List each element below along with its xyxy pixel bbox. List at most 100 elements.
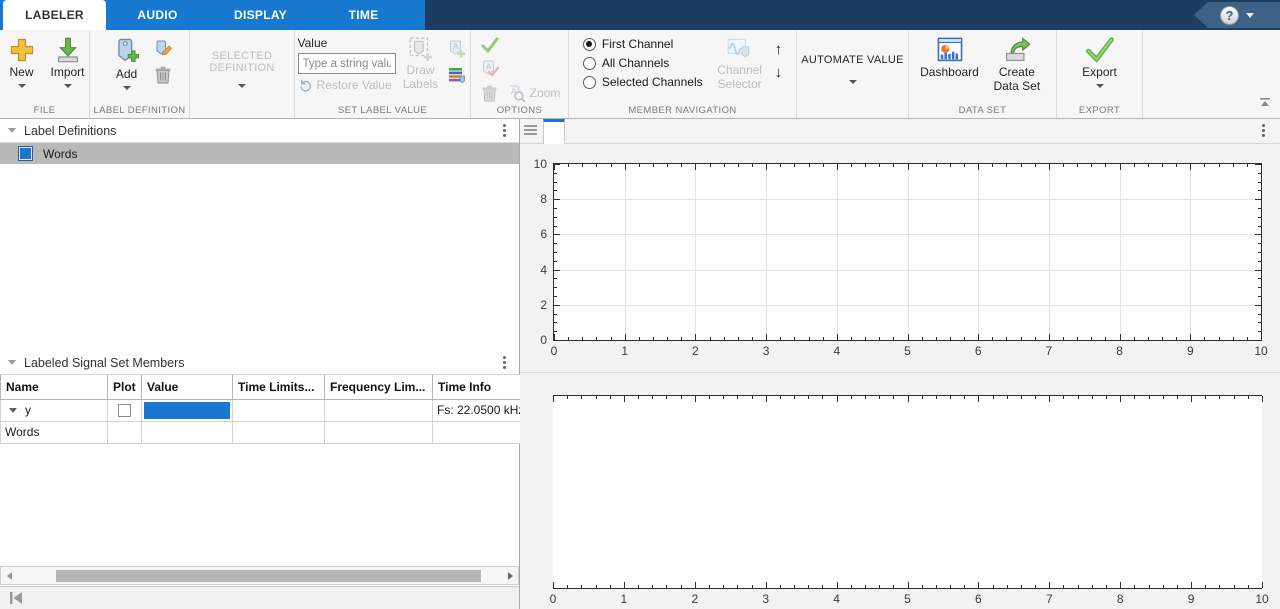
members-collapse-caret[interactable] [8,360,16,365]
automate-value-dropdown[interactable]: AUTOMATE VALUE [791,34,914,104]
dashboard-icon [935,36,965,64]
new-plus-icon [8,36,36,64]
restore-value-label: Restore Value [317,78,392,92]
help-icon[interactable]: ? [1220,6,1239,25]
scroll-right-icon[interactable] [502,567,518,584]
signal-labeler-app: LABELER AUDIO DISPLAY TIME ? New [0,0,1280,609]
zoom-a-magnifier-icon: A [507,84,526,103]
tab-audio[interactable]: AUDIO [106,0,209,30]
member-row-y[interactable]: y Fs: 22.0500 kHz [1,399,521,421]
dashboard-button[interactable]: Dashboard [917,34,982,82]
restore-value-button[interactable]: Restore Value [298,77,396,92]
selected-channels-label: Selected Channels [602,75,703,89]
channel-selector-button[interactable]: Channel Selector [709,34,771,94]
zoom-button-label: Zoom [530,86,561,100]
label-colors-stack-icon [447,65,467,85]
add-definition-button[interactable]: Add [106,34,148,92]
scrollbar-thumb[interactable] [56,570,481,582]
plot-panel-menu-icon[interactable] [1256,124,1270,137]
definition-item-label: Words [43,147,77,161]
import-dropdown-caret[interactable] [64,84,72,88]
signal-document-tab[interactable] [543,119,565,144]
channel-selector-label: Channel Selector [712,64,768,92]
export-dropdown-caret[interactable] [1096,84,1104,88]
col-time-limits[interactable]: Time Limits... [233,375,325,399]
draw-labels-label: Draw Labels [393,64,449,92]
member-name: y [25,403,31,417]
col-time-info[interactable]: Time Info [433,375,521,399]
col-frequency-limits[interactable]: Frequency Lim... [325,375,433,399]
help-dropdown-caret[interactable] [1246,13,1254,18]
channel-selector-icon [726,36,754,62]
automate-value-label: AUTOMATE VALUE [801,54,904,66]
label-value-input[interactable] [298,53,396,74]
tab-display[interactable]: DISPLAY [209,0,312,30]
members-table-header-row: Name Plot Value Time Limits... Frequency… [1,375,521,399]
ribbon-section-label-definition: Add LA [90,30,190,118]
delete-definition-button[interactable] [152,64,174,86]
validate-label-button[interactable]: A [479,58,501,80]
add-label-value-button[interactable]: A [446,38,468,60]
apply-value-button[interactable] [479,34,501,56]
signal-plot-axes[interactable]: 0123456789100246810 [553,163,1262,341]
tab-time[interactable]: TIME [312,0,415,30]
label-strip-axes[interactable]: 012345678910 [553,395,1262,589]
members-horizontal-scrollbar[interactable] [0,566,519,585]
ribbon-section-set-label-value: Value Restore Value Draw Labels [295,30,471,118]
new-dropdown-caret[interactable] [18,84,26,88]
definition-item-words[interactable]: Words [0,143,519,164]
label-definitions-header: Label Definitions [0,119,519,143]
members-menu-icon[interactable] [497,356,511,369]
col-value[interactable]: Value [142,375,233,399]
member-frequency-limits[interactable] [325,399,433,421]
tab-list-icon[interactable] [524,125,537,137]
new-button[interactable]: New [1,34,43,90]
selected-definition-dropdown[interactable]: SELECTED DEFINITION [190,34,294,104]
previous-member-arrow-icon[interactable]: ↑ [775,42,783,57]
radio-selected-channels[interactable]: Selected Channels [583,75,703,89]
selected-definition-caret [238,84,246,88]
member-expand-caret[interactable] [9,408,17,413]
ribbon-section-member-navigation: First Channel All Channels Selected Chan… [569,30,797,118]
edit-definition-button[interactable] [152,38,174,60]
label-check-icon: A [480,59,500,79]
member-value-cell[interactable] [144,402,230,419]
add-dropdown-caret[interactable] [123,86,131,90]
svg-text:A: A [510,86,516,96]
definition-color-swatch [18,146,33,161]
plot-checkbox[interactable] [118,404,131,417]
zoom-button[interactable]: A Zoom [507,84,561,103]
trash-icon [154,65,172,85]
minimize-ribbon-icon[interactable] [1258,96,1272,114]
tab-labeler[interactable]: LABELER [3,0,106,30]
restore-undo-icon [298,77,313,92]
member-child-time-info [433,421,521,443]
merge-labels-button[interactable] [446,64,468,86]
ribbon-section-file: New Import FILE [0,30,90,118]
ribbon-section-automate-value: AUTOMATE VALUE [797,30,909,118]
delete-label-button[interactable] [479,82,501,104]
next-member-arrow-icon[interactable]: ↓ [775,65,783,80]
set-label-value-section-label: SET LABEL VALUE [295,105,470,116]
export-label: Export [1082,66,1117,80]
col-name[interactable]: Name [1,375,108,399]
import-button[interactable]: Import [47,34,89,90]
go-to-start-icon[interactable] [8,591,24,605]
radio-first-channel[interactable]: First Channel [583,37,703,51]
label-definitions-menu-icon[interactable] [497,124,511,137]
member-time-info: Fs: 22.0500 kHz [433,399,521,421]
draw-labels-button[interactable]: Draw Labels [400,34,442,94]
member-child-name: Words [1,421,108,443]
import-icon [54,36,82,64]
create-data-set-button[interactable]: Create Data Set [986,34,1048,96]
col-plot[interactable]: Plot [108,375,142,399]
label-definitions-collapse-caret[interactable] [8,128,16,133]
selected-definition-label: SELECTED DEFINITION [200,50,284,74]
member-time-limits[interactable] [233,399,325,421]
scroll-left-icon[interactable] [1,567,17,584]
member-child-row-words[interactable]: Words [1,421,521,443]
radio-all-channels[interactable]: All Channels [583,56,703,70]
radio-dot-first-channel [583,38,596,51]
export-button[interactable]: Export [1079,34,1121,90]
radio-dot-all-channels [583,57,596,70]
